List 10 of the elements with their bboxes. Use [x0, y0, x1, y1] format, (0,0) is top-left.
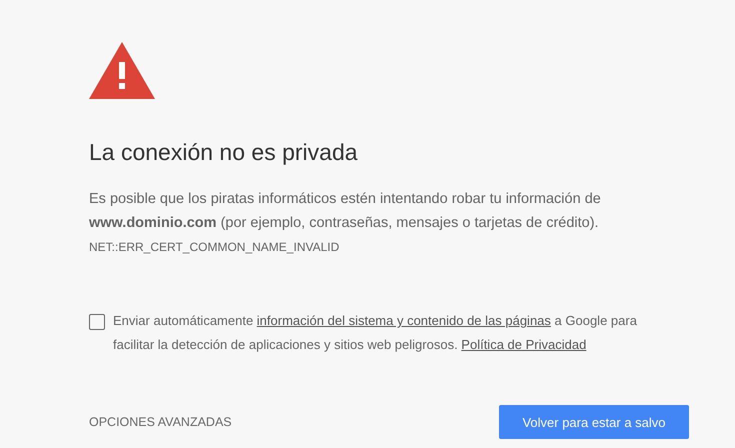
checkbox[interactable] [89, 314, 105, 330]
link[interactable]: Política de Privacidad [461, 337, 586, 352]
advanced-options-button[interactable]: OPCIONES AVANZADAS [89, 405, 232, 440]
error-code: NET::ERR_CERT_COMMON_NAME_INVALID [89, 239, 340, 255]
page-title: La conexión no es privada [89, 138, 359, 167]
report-consent-text: Enviar automáticamente información del sistema y contenido de las páginas a Google para facilitar la detección de aplicaciones y sitios web peligrosos. Política de Privacidad [113, 312, 638, 354]
warning-icon [89, 42, 155, 99]
back-to-safety-button[interactable]: Volver para estar a salvo [499, 405, 689, 440]
error-message: Es posible que los piratas informáticos estén intentando robar tu información de www.dominio.com (por ejemplo, contraseñas, mensajes o tarjetas de crédito). [89, 190, 602, 233]
link[interactable]: información del sistema y contenido de las páginas [256, 313, 551, 328]
